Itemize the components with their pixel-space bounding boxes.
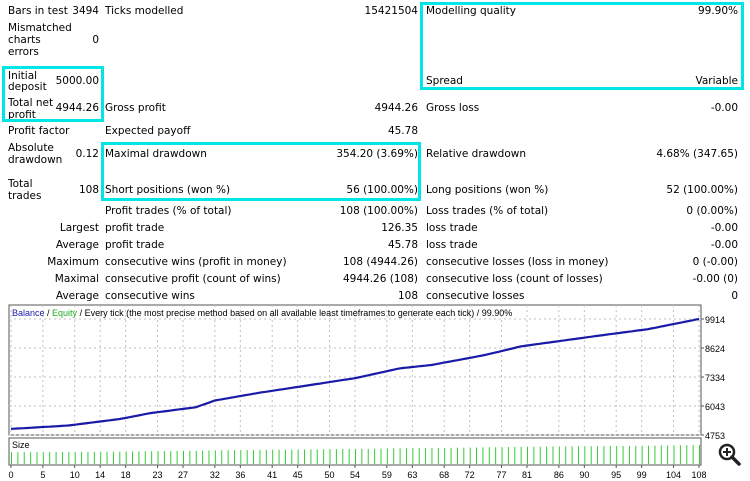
x-tick-label: 54: [350, 470, 360, 480]
gross-loss-value: -0.00: [710, 102, 738, 114]
stat-value: 45.78: [387, 239, 418, 251]
relative-drawdown-value: 4.68% (347.65): [656, 148, 738, 160]
x-tick-label: 90: [579, 470, 589, 480]
x-tick-label: 104: [666, 470, 681, 480]
zoom-icon[interactable]: [718, 443, 741, 466]
gross-profit-value: 4944.26: [374, 102, 418, 114]
highlight-deposit-profit: [2, 66, 104, 122]
mismatched-label-3: errors: [8, 46, 39, 58]
total-trades-label-1: Total: [8, 178, 33, 190]
x-tick-label: 14: [95, 470, 105, 480]
stat-label: profit trade: [105, 222, 165, 234]
stat-label: loss trade: [426, 239, 478, 251]
long-positions-value: 52 (100.00%): [666, 184, 738, 196]
stat-label: consecutive loss (count of losses): [426, 273, 603, 285]
x-tick-label: 23: [153, 470, 163, 480]
chart-legend: Balance / Equity / Every tick (the most …: [12, 308, 512, 318]
stat-prefix: Maximal: [54, 273, 99, 285]
total-trades-value: 108: [78, 184, 99, 196]
y-tick-label: 8624: [705, 344, 725, 354]
x-tick-label: 59: [382, 470, 392, 480]
mismatched-label-1: Mismatched: [8, 22, 72, 34]
stat-value: 108 (4944.26): [343, 256, 418, 268]
stat-label: profit trade: [105, 239, 165, 251]
x-tick-label: 41: [267, 470, 277, 480]
x-tick-label: 77: [497, 470, 507, 480]
total-trades-label-2: trades: [8, 190, 42, 202]
gross-profit-label: Gross profit: [105, 102, 166, 114]
stat-value: 108 (100.00%): [339, 205, 418, 217]
size-label: Size: [12, 440, 30, 450]
stat-value: 0 (-0.00): [692, 256, 738, 268]
stat-label: consecutive losses (loss in money): [426, 256, 609, 268]
legend-separator: /: [45, 308, 53, 318]
stat-value: 4944.26 (108): [343, 273, 418, 285]
bars-in-test-value: 3494: [72, 5, 99, 17]
y-tick-label: 6043: [705, 402, 725, 412]
x-tick-label: 36: [235, 470, 245, 480]
mismatched-label-2: charts: [8, 34, 41, 46]
expected-payoff-label: Expected payoff: [105, 125, 191, 137]
highlight-quality-spread: [420, 2, 744, 90]
x-tick-label: 32: [210, 470, 220, 480]
relative-drawdown-label: Relative drawdown: [426, 148, 527, 160]
y-tick-label: 7334: [705, 373, 725, 383]
x-tick-label: 18: [121, 470, 131, 480]
stat-value: 0 (0.00%): [686, 205, 738, 217]
legend-balance: Balance: [12, 308, 45, 318]
stat-value: -0.00: [710, 239, 738, 251]
x-tick-label: 72: [465, 470, 475, 480]
legend-equity: Equity: [52, 308, 78, 318]
balance-chart: 9914 8624 7334 6043 4753 0 5 10 14 18 23 27 32 36 41 45…: [8, 304, 741, 480]
x-tick-label: 108: [691, 470, 706, 480]
gross-loss-label: Gross loss: [426, 102, 480, 114]
x-tick-label: 45: [293, 470, 303, 480]
stat-value: -0.00: [710, 222, 738, 234]
expected-payoff-value: 45.78: [387, 125, 418, 137]
x-tick-label: 81: [522, 470, 532, 480]
stat-value: -0.00 (0): [692, 273, 738, 285]
x-tick-label: 0: [8, 470, 13, 480]
x-tick-label: 99: [637, 470, 647, 480]
stat-label: Profit trades (% of total): [105, 205, 232, 217]
zoom-handle: [730, 455, 741, 466]
x-tick-label: 63: [407, 470, 417, 480]
stat-prefix: Maximum: [47, 256, 99, 268]
stat-value: 126.35: [381, 222, 418, 234]
long-positions-label: Long positions (won %): [426, 184, 549, 196]
absolute-drawdown-label-1: Absolute: [8, 142, 54, 154]
x-tick-label: 86: [554, 470, 564, 480]
stat-label: loss trade: [426, 222, 478, 234]
absolute-drawdown-value: 0.12: [75, 148, 99, 160]
legend-description: / Every tick (the most precise method ba…: [77, 308, 512, 318]
x-tick-label: 95: [611, 470, 621, 480]
highlight-drawdown-short: [101, 142, 421, 201]
x-tick-label: 68: [439, 470, 449, 480]
stat-label: Loss trades (% of total): [426, 205, 549, 217]
stat-label: consecutive profit (count of wins): [105, 273, 281, 285]
ticks-modelled-value: 15421504: [364, 5, 418, 17]
y-tick-label: 9914: [705, 315, 725, 325]
x-tick-label: 10: [70, 470, 80, 480]
ticks-modelled-label: Ticks modelled: [105, 5, 184, 17]
profit-factor-label: Profit factor: [8, 125, 70, 137]
absolute-drawdown-label-2: drawdown: [8, 154, 63, 166]
stat-prefix: Largest: [59, 222, 99, 234]
stat-prefix: Average: [55, 239, 99, 251]
stat-label: consecutive wins (profit in money): [105, 256, 287, 268]
mismatched-value: 0: [92, 34, 99, 46]
x-tick-label: 27: [178, 470, 188, 480]
x-tick-label: 50: [325, 470, 335, 480]
bars-in-test-label: Bars in test: [8, 5, 68, 17]
x-tick-label: 5: [40, 470, 45, 480]
y-tick-label: 4753: [705, 431, 725, 441]
